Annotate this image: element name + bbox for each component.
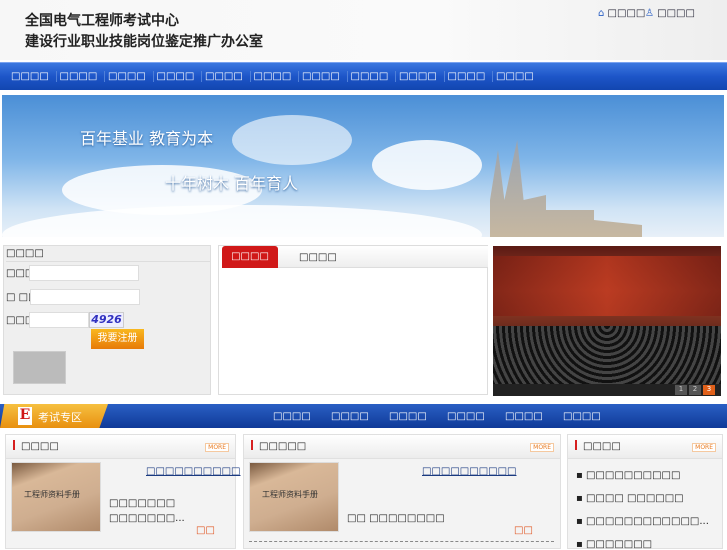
- exam-bar: E 考试专区 □□□□ □□□□ □□□□ □□□□ □□□□ □□□□: [0, 404, 727, 428]
- main-nav: □□□□ □□□□ □□□□ □□□□ □□□□ □□□□ □□□□ □□□□ …: [0, 62, 727, 90]
- login-title: □□□□: [6, 248, 210, 262]
- nav-item[interactable]: □□□□: [8, 71, 57, 82]
- home-icon: ⌂: [598, 8, 605, 19]
- nav-item[interactable]: □□□□: [105, 71, 154, 82]
- site-subtitle: 建设行业职业技能岗位鉴定推广办公室: [25, 34, 263, 50]
- captcha-input[interactable]: [29, 312, 89, 328]
- exam-item[interactable]: □□□□: [389, 411, 427, 422]
- detail-link[interactable]: □□: [196, 525, 215, 536]
- article-summary: □□ □□□□□□□□: [347, 513, 445, 524]
- exam-item[interactable]: □□□□: [447, 411, 485, 422]
- list-item[interactable]: ▪ □□□□□□□□□□: [576, 470, 680, 481]
- e-logo-icon: E: [18, 407, 32, 425]
- nav-item[interactable]: □□□□: [251, 71, 299, 82]
- article-link[interactable]: □□□□□□□□□□: [146, 466, 240, 477]
- exam-item[interactable]: □□□□: [331, 411, 369, 422]
- book-thumbnail[interactable]: 工程师资料手册: [249, 462, 339, 532]
- list-item[interactable]: ▪ □□□□ □□□□□□: [576, 493, 684, 504]
- event-photo: 1 2 3: [493, 246, 721, 396]
- pager-2[interactable]: 2: [689, 385, 701, 395]
- column-title: □□□□□: [259, 441, 307, 452]
- article-summary: □□□□□□□...: [109, 513, 185, 524]
- column-title: □□□□: [21, 441, 59, 452]
- column-title: □□□□: [583, 441, 621, 452]
- nav-item[interactable]: □□□□: [299, 71, 348, 82]
- detail-link[interactable]: □□: [514, 525, 533, 536]
- password-input[interactable]: [30, 289, 140, 305]
- login-panel: □□□□ □□□□ □ □□ □□□□ 4926 我要注册: [3, 245, 211, 395]
- site-title: 全国电气工程师考试中心: [25, 13, 179, 29]
- exam-item[interactable]: □□□□: [505, 411, 543, 422]
- pager-1[interactable]: 1: [675, 385, 687, 395]
- news-tabs: □□□□ □□□□: [218, 245, 488, 395]
- nav-item[interactable]: □□□□: [202, 71, 251, 82]
- username-input[interactable]: [29, 265, 139, 281]
- banner-slogan-2: 十年树木 百年育人: [165, 174, 299, 193]
- more-button[interactable]: MORE: [530, 443, 554, 452]
- nav-item[interactable]: □□□□: [57, 71, 105, 82]
- nav-item[interactable]: □□□□: [396, 71, 445, 82]
- nav-item[interactable]: □□□□: [348, 71, 396, 82]
- pager-3[interactable]: 3: [703, 385, 715, 395]
- register-button[interactable]: 我要注册: [91, 329, 144, 349]
- article-summary: □□□□□□□: [109, 498, 176, 509]
- tab-other[interactable]: □□□□: [299, 252, 337, 263]
- list-item[interactable]: ▪ □□□□□□□□□□□□...: [576, 516, 709, 527]
- book-thumbnail[interactable]: 工程师资料手册: [11, 462, 101, 532]
- nav-item[interactable]: □□□□: [154, 71, 202, 82]
- captcha-image[interactable]: 4926: [89, 312, 124, 328]
- banner: 百年基业 教育为本 十年树木 百年育人: [2, 95, 724, 237]
- column-1: □□□□ MORE 工程师资料手册 □□□□□□□□□□ □□□□□□□ □□□□…: [5, 434, 240, 549]
- exam-item[interactable]: □□□□: [563, 411, 601, 422]
- placeholder-image: [13, 351, 66, 384]
- header: 全国电气工程师考试中心 建设行业职业技能岗位鉴定推广办公室 ⌂ □□□□ ♙ □…: [0, 0, 727, 60]
- more-button[interactable]: MORE: [692, 443, 716, 452]
- exam-label: 考试专区: [38, 411, 82, 424]
- tab-active[interactable]: □□□□: [222, 246, 278, 268]
- nav-item[interactable]: □□□□: [493, 71, 542, 82]
- column-3: □□□□ MORE ▪ □□□□□□□□□□ ▪ □□□□ □□□□□□ ▪ □□…: [567, 434, 723, 550]
- favorite-link[interactable]: ♙ □□□□: [645, 8, 695, 19]
- column-2: □□□□□ MORE 工程师资料手册 □□□□□□□□□□ □□ □□□□□□□□…: [243, 434, 561, 549]
- banner-slogan-1: 百年基业 教育为本: [80, 129, 214, 148]
- article-link[interactable]: □□□□□□□□□□: [422, 466, 516, 477]
- nav-item[interactable]: □□□□: [445, 71, 493, 82]
- exam-item[interactable]: □□□□: [273, 411, 311, 422]
- skyline-image: [490, 140, 642, 237]
- home-link[interactable]: ⌂ □□□□: [598, 8, 645, 19]
- more-button[interactable]: MORE: [205, 443, 229, 452]
- user-icon: ♙: [645, 8, 654, 19]
